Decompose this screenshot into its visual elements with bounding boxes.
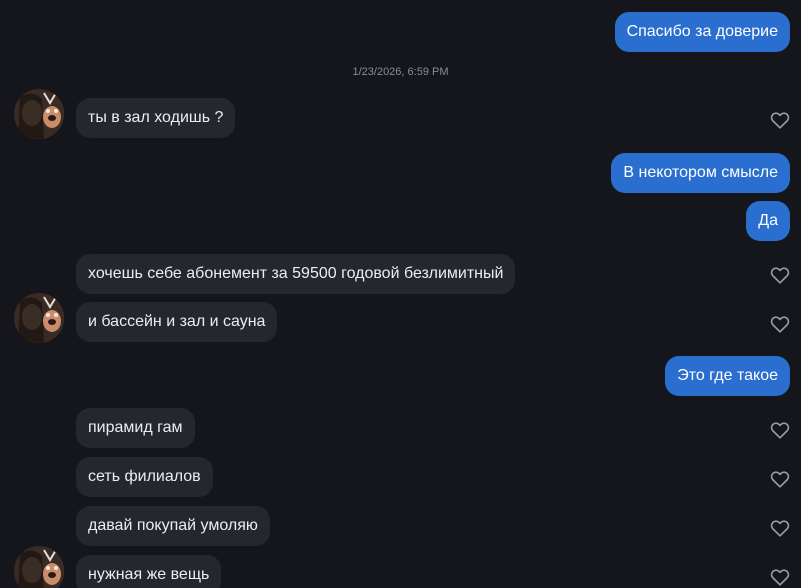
like-button[interactable] (769, 313, 791, 335)
avatar-photo-icon (14, 546, 64, 588)
message-outgoing[interactable]: Спасибо за доверие (614, 12, 790, 52)
heart-outline-icon (770, 422, 790, 439)
message-outgoing[interactable]: Да (746, 201, 790, 241)
message-outgoing[interactable]: В некотором смысле (611, 153, 790, 193)
heart-outline-icon (770, 471, 790, 488)
message-timestamp: 1/23/2026, 6:59 PM (352, 66, 449, 78)
like-button[interactable] (769, 566, 791, 588)
like-button[interactable] (769, 517, 791, 539)
message-incoming[interactable]: пирамид гам (76, 408, 195, 448)
heart-outline-icon (770, 520, 790, 537)
message-incoming[interactable]: сеть филиалов (76, 457, 213, 497)
message-incoming[interactable]: давай покупай умоляю (76, 506, 270, 546)
message-incoming[interactable]: и бассейн и зал и сауна (76, 302, 278, 342)
message-incoming[interactable]: нужная же вещь (76, 555, 222, 588)
avatar-photo-icon (14, 293, 64, 343)
heart-outline-icon (770, 316, 790, 333)
contact-avatar[interactable] (14, 546, 64, 588)
message-incoming[interactable]: хочешь себе абонемент за 59500 годовой б… (76, 254, 516, 294)
message-outgoing[interactable]: Это где такое (665, 356, 790, 396)
chat-thread: Спасибо за доверие 1/23/2026, 6:59 PM ты… (0, 0, 801, 588)
like-button[interactable] (769, 109, 791, 131)
avatar-photo-icon (14, 89, 64, 139)
contact-avatar[interactable] (14, 89, 64, 139)
heart-outline-icon (770, 112, 790, 129)
message-incoming[interactable]: ты в зал ходишь ? (76, 98, 236, 138)
like-button[interactable] (769, 468, 791, 490)
like-button[interactable] (769, 419, 791, 441)
heart-outline-icon (770, 569, 790, 586)
like-button[interactable] (769, 264, 791, 286)
heart-outline-icon (770, 267, 790, 284)
contact-avatar[interactable] (14, 293, 64, 343)
